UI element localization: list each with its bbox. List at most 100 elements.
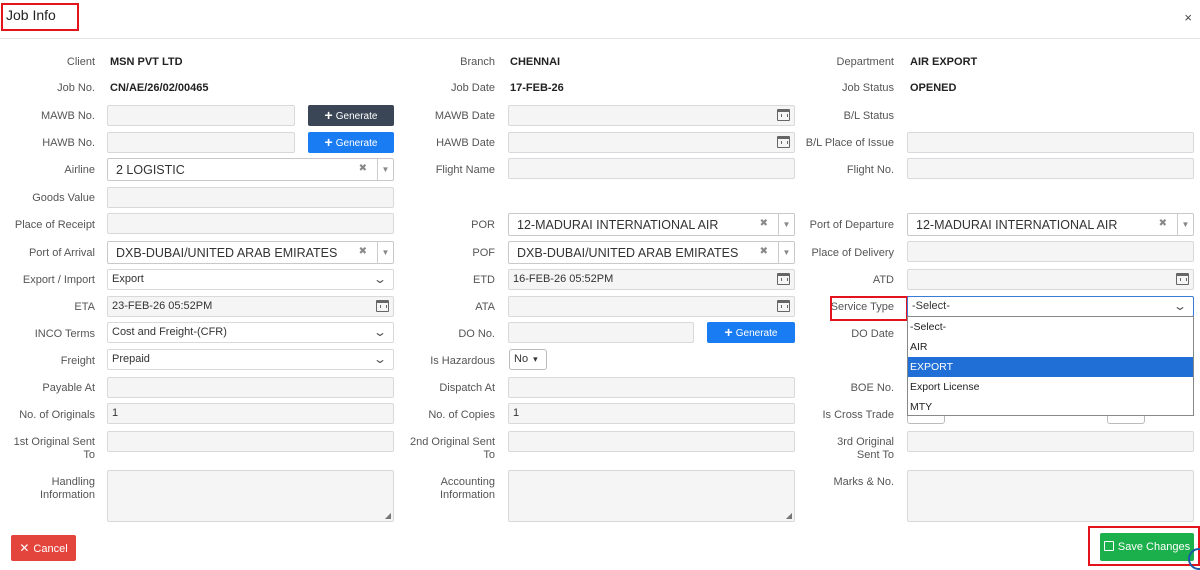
calendar-icon[interactable] <box>1176 273 1189 285</box>
handling-information-textarea[interactable]: ◢ <box>107 470 394 522</box>
service-option-export-license[interactable]: Export License <box>908 377 1193 397</box>
first-original-sent-to-label: 1st Original Sent To <box>13 436 95 461</box>
first-original-sent-to-input[interactable] <box>107 431 394 452</box>
calendar-icon[interactable] <box>777 300 790 312</box>
job-status-label: Job Status <box>842 82 894 94</box>
clear-icon[interactable]: ✖ <box>760 246 768 257</box>
no-of-copies-input[interactable]: 1 <box>508 403 795 424</box>
plus-icon: + <box>324 107 333 123</box>
por-selected-value: 12-MADURAI INTERNATIONAL AIR <box>517 218 719 232</box>
header-divider <box>0 38 1200 39</box>
place-of-delivery-label: Place of Delivery <box>811 247 894 259</box>
dropdown-arrow-icon[interactable]: ▼ <box>778 242 794 263</box>
eta-value: 23-FEB-26 05:52PM <box>112 300 213 312</box>
close-icon[interactable]: × <box>1184 10 1192 25</box>
airline-select[interactable]: 2 LOGISTIC ✖ ▼ <box>107 158 394 181</box>
hawb-date-label: HAWB Date <box>436 137 495 149</box>
bl-place-of-issue-label: B/L Place of Issue <box>805 137 894 149</box>
dropdown-arrow-icon[interactable]: ▼ <box>778 214 794 235</box>
mawb-no-input[interactable] <box>107 105 295 126</box>
dropdown-arrow-icon[interactable]: ▼ <box>377 159 393 180</box>
flight-name-label: Flight Name <box>435 164 495 176</box>
port-of-departure-select[interactable]: 12-MADURAI INTERNATIONAL AIR ✖ ▼ <box>907 213 1194 236</box>
cancel-button[interactable]: ✕ Cancel <box>11 535 76 561</box>
calendar-icon[interactable] <box>376 300 389 312</box>
hawb-no-input[interactable] <box>107 132 295 153</box>
atd-label: ATD <box>872 274 894 286</box>
port-of-arrival-label: Port of Arrival <box>28 247 95 259</box>
loading-spinner-icon <box>1188 548 1200 570</box>
marks-and-no-label: Marks & No. <box>833 476 894 488</box>
dropdown-arrow-icon[interactable]: ▼ <box>377 242 393 263</box>
flight-name-input[interactable] <box>508 158 795 179</box>
mawb-date-label: MAWB Date <box>434 110 495 122</box>
generate-label: Generate <box>735 328 778 339</box>
port-of-arrival-select[interactable]: DXB-DUBAI/UNITED ARAB EMIRATES ✖ ▼ <box>107 241 394 264</box>
is-hazardous-select[interactable]: No ▾ <box>509 349 547 370</box>
generate-label: Generate <box>335 111 378 122</box>
service-type-dropdown-list[interactable]: -Select- AIR EXPORT Export License MTY <box>907 316 1194 416</box>
client-value: MSN PVT LTD <box>110 56 183 68</box>
ata-label: ATA <box>475 301 495 313</box>
port-of-departure-label: Port of Departure <box>809 219 894 231</box>
inco-terms-select[interactable]: Cost and Freight-(CFR) ⌄ <box>107 322 394 343</box>
job-no-label: Job No. <box>57 82 95 94</box>
freight-select[interactable]: Prepaid ⌄ <box>107 349 394 370</box>
hawb-date-input[interactable] <box>508 132 795 153</box>
resize-grip-icon[interactable]: ◢ <box>786 511 792 520</box>
job-no-value: CN/AE/26/02/00465 <box>110 82 209 94</box>
etd-input[interactable]: 16-FEB-26 05:52PM <box>508 269 795 290</box>
department-label: Department <box>836 56 894 68</box>
second-original-sent-to-input[interactable] <box>508 431 795 452</box>
branch-value: CHENNAI <box>510 56 561 68</box>
dropdown-arrow-icon[interactable]: ▼ <box>1177 214 1193 235</box>
service-option-air[interactable]: AIR <box>908 337 1193 357</box>
calendar-icon[interactable] <box>777 109 790 121</box>
calendar-icon[interactable] <box>777 136 790 148</box>
marks-and-no-textarea[interactable] <box>907 470 1194 522</box>
resize-grip-icon[interactable]: ◢ <box>385 511 391 520</box>
goods-value-input[interactable] <box>107 187 394 208</box>
bl-place-of-issue-input[interactable] <box>907 132 1194 153</box>
clear-icon[interactable]: ✖ <box>1159 218 1167 229</box>
service-option-mty[interactable]: MTY <box>908 397 1193 417</box>
export-import-selected-value: Export <box>112 273 144 285</box>
second-original-sent-to-label: 2nd Original Sent To <box>410 436 495 461</box>
dispatch-at-input[interactable] <box>508 377 795 398</box>
chevron-down-icon: ⌄ <box>372 352 388 366</box>
clear-icon[interactable]: ✖ <box>760 218 768 229</box>
hawb-generate-button[interactable]: + Generate <box>308 132 394 153</box>
port-of-departure-selected-value: 12-MADURAI INTERNATIONAL AIR <box>916 218 1118 232</box>
service-option-export[interactable]: EXPORT <box>908 357 1193 377</box>
service-option-select[interactable]: -Select- <box>908 317 1193 337</box>
flight-no-input[interactable] <box>907 158 1194 179</box>
no-of-originals-input[interactable]: 1 <box>107 403 394 424</box>
save-icon <box>1103 541 1114 551</box>
accounting-information-textarea[interactable]: ◢ <box>508 470 795 522</box>
export-import-select[interactable]: Export ⌄ <box>107 269 394 290</box>
clear-icon[interactable]: ✖ <box>359 246 367 257</box>
mawb-date-input[interactable] <box>508 105 795 126</box>
do-generate-button[interactable]: + Generate <box>707 322 795 343</box>
mawb-no-label: MAWB No. <box>41 110 95 122</box>
save-changes-button[interactable]: Save Changes <box>1100 533 1194 561</box>
do-no-input[interactable] <box>508 322 694 343</box>
third-original-sent-to-input[interactable] <box>907 431 1194 452</box>
clear-icon[interactable]: ✖ <box>359 163 367 174</box>
plus-icon: + <box>724 324 733 340</box>
place-of-delivery-input[interactable] <box>907 241 1194 262</box>
calendar-icon[interactable] <box>777 273 790 285</box>
payable-at-input[interactable] <box>107 377 394 398</box>
ata-input[interactable] <box>508 296 795 317</box>
mawb-generate-button[interactable]: + Generate <box>308 105 394 126</box>
export-import-label: Export / Import <box>22 274 95 286</box>
eta-input[interactable]: 23-FEB-26 05:52PM <box>107 296 394 317</box>
place-of-receipt-input[interactable] <box>107 213 394 234</box>
chevron-down-icon: ⌄ <box>1172 299 1188 313</box>
cancel-label: Cancel <box>33 543 68 555</box>
atd-input[interactable] <box>907 269 1194 290</box>
no-of-originals-label: No. of Originals <box>19 409 95 421</box>
service-type-select[interactable]: -Select- ⌄ <box>907 296 1194 317</box>
por-select[interactable]: 12-MADURAI INTERNATIONAL AIR ✖ ▼ <box>508 213 795 236</box>
pof-select[interactable]: DXB-DUBAI/UNITED ARAB EMIRATES ✖ ▼ <box>508 241 795 264</box>
